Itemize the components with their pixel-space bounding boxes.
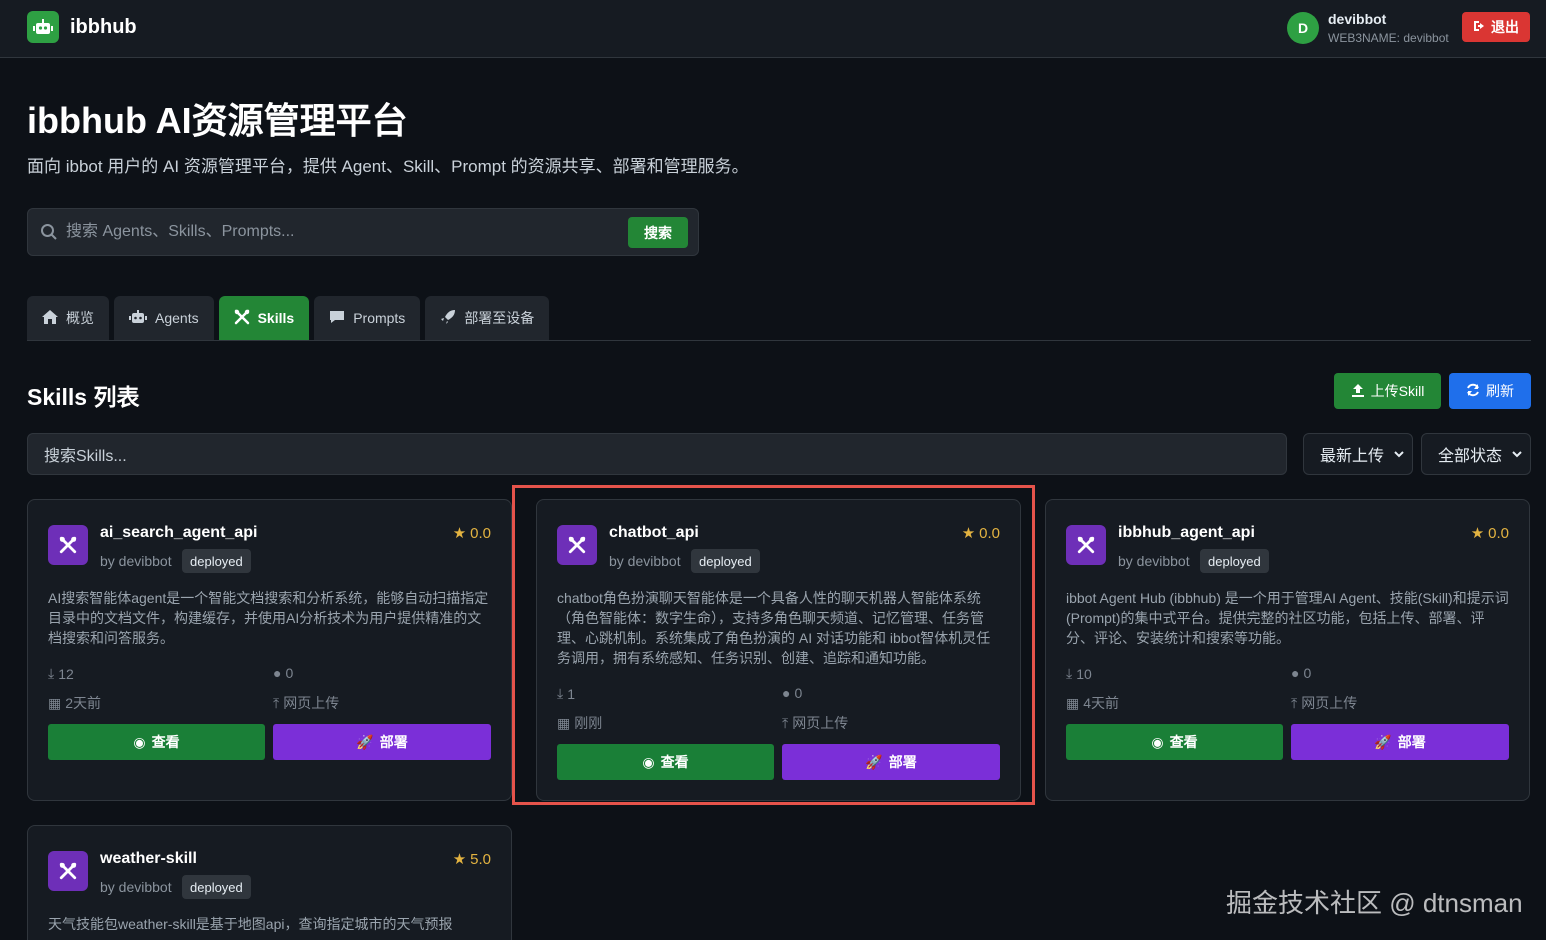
robot-logo-icon[interactable]	[27, 11, 59, 43]
top-navbar: ibbhub D devibbot WEB3NAME: devibbot 退出	[0, 0, 1546, 58]
chevron-down-icon	[1512, 445, 1522, 463]
skill-rating: ★ 0.0	[1470, 524, 1509, 543]
tab-prompts[interactable]: Prompts	[314, 296, 421, 340]
watermark: 掘金技术社区 @ dtnsman	[1226, 888, 1523, 918]
tab-agents[interactable]: Agents	[114, 296, 214, 340]
upload-skill-button[interactable]: 上传Skill	[1334, 373, 1441, 409]
chevron-down-icon	[1394, 445, 1404, 463]
global-search-input[interactable]	[66, 209, 646, 255]
view-button[interactable]: ◉ 查看	[1066, 724, 1283, 760]
comment-count: ● 0	[1291, 665, 1312, 681]
skills-search-input[interactable]: 搜索Skills...	[27, 433, 1287, 475]
highlight-frame	[512, 485, 1035, 805]
comment-count: ● 0	[273, 665, 294, 681]
deploy-button[interactable]: 🚀 部署	[273, 724, 491, 760]
search-icon	[40, 223, 58, 246]
deploy-button[interactable]: 🚀 部署	[1291, 724, 1509, 760]
star-icon: ★	[452, 851, 467, 868]
page-title: ibbhub AI资源管理平台	[27, 100, 408, 141]
global-search-bar: 搜索	[27, 208, 699, 256]
skill-rating: ★ 5.0	[452, 850, 491, 869]
tab-overview[interactable]: 概览	[27, 296, 109, 340]
tab-divider	[27, 340, 1531, 341]
refresh-icon	[1466, 383, 1480, 400]
home-icon	[42, 309, 58, 327]
skill-author: by devibbot	[100, 553, 172, 569]
user-name: devibbot	[1328, 11, 1387, 27]
section-title: Skills 列表	[27, 384, 140, 410]
upload-icon	[1351, 383, 1365, 400]
calendar-icon: ▦	[48, 694, 62, 711]
logout-button[interactable]: 退出	[1462, 12, 1530, 42]
upload-source: ⤒ 网页上传	[273, 694, 340, 712]
rocket-icon: 🚀	[356, 733, 374, 750]
skill-author: by devibbot	[100, 879, 172, 895]
user-web3name: WEB3NAME: devibbot	[1328, 31, 1449, 45]
skill-name[interactable]: ai_search_agent_api	[100, 524, 257, 542]
skill-description: AI搜索智能体agent是一个智能文档搜索和分析系统，能够自动扫描指定目录中的文…	[48, 590, 489, 646]
calendar-icon: ▦	[1066, 694, 1080, 711]
status-badge: deployed	[182, 875, 251, 899]
upload-time: ▦ 2天前	[48, 694, 102, 712]
upload-icon: ⤒	[1291, 694, 1298, 711]
skill-card[interactable]: ibbhub_agent_api by devibbot deployed ★ 0…	[1045, 499, 1530, 801]
status-select[interactable]: 全部状态	[1421, 433, 1531, 475]
eye-icon: ◉	[133, 733, 146, 750]
logout-label: 退出	[1491, 19, 1519, 35]
skill-card[interactable]: weather-skill by devibbot deployed ★ 5.0 …	[27, 825, 512, 940]
upload-icon: ⤒	[273, 694, 280, 711]
upload-source: ⤒ 网页上传	[1291, 694, 1358, 712]
download-count: ⤓ 10	[1066, 665, 1092, 682]
page-description: 面向 ibbot 用户的 AI 资源管理平台，提供 Agent、Skill、Pr…	[27, 157, 749, 176]
star-icon: ★	[1470, 525, 1485, 542]
skill-name[interactable]: weather-skill	[100, 850, 197, 868]
robot-icon	[129, 309, 147, 327]
tab-label: Skills	[257, 310, 295, 326]
rocket-icon: 🚀	[1374, 733, 1392, 750]
comment-icon: ●	[273, 665, 282, 681]
star-icon: ★	[452, 525, 467, 542]
global-search-button[interactable]: 搜索	[628, 217, 688, 248]
brand-name[interactable]: ibbhub	[70, 16, 137, 39]
tab-label: 概览	[66, 310, 94, 326]
tab-deploy-device[interactable]: 部署至设备	[425, 296, 550, 340]
skill-author: by devibbot	[1118, 553, 1190, 569]
comment-icon	[329, 310, 345, 327]
status-badge: deployed	[182, 549, 251, 573]
tab-label: Agents	[155, 310, 199, 326]
skill-description: 天气技能包weather-skill是基于地图api，查询指定城市的天气预报	[48, 916, 453, 932]
sign-out-icon	[1473, 19, 1487, 35]
comment-icon: ●	[1291, 665, 1300, 681]
upload-time: ▦ 4天前	[1066, 694, 1120, 712]
download-icon: ⤓	[1066, 665, 1073, 681]
download-count: ⤓ 12	[48, 665, 74, 682]
tab-label: Prompts	[353, 310, 406, 326]
skill-name[interactable]: ibbhub_agent_api	[1118, 524, 1255, 542]
skill-description: ibbot Agent Hub (ibbhub) 是一个用于管理AI Agent…	[1066, 590, 1509, 646]
tools-icon	[48, 525, 88, 565]
sort-select-value: 最新上传	[1320, 448, 1385, 465]
rocket-icon	[440, 309, 456, 328]
tab-label: 部署至设备	[464, 310, 535, 326]
main-tabs: 概览 Agents Skills Prompts 部署至设备	[27, 296, 550, 340]
skill-rating: ★ 0.0	[452, 524, 491, 543]
status-badge: deployed	[1200, 549, 1269, 573]
view-button[interactable]: ◉ 查看	[48, 724, 265, 760]
tools-icon	[234, 309, 250, 328]
tab-skills[interactable]: Skills	[218, 296, 310, 340]
sort-select[interactable]: 最新上传	[1303, 433, 1413, 475]
eye-icon: ◉	[1151, 733, 1164, 750]
tools-icon	[1066, 525, 1106, 565]
refresh-label: 刷新	[1486, 383, 1514, 399]
refresh-button[interactable]: 刷新	[1449, 373, 1531, 409]
user-avatar[interactable]: D	[1287, 12, 1319, 44]
tools-icon	[48, 851, 88, 891]
status-select-value: 全部状态	[1438, 448, 1503, 465]
download-icon: ⤓	[48, 665, 55, 681]
upload-label: 上传Skill	[1370, 383, 1425, 399]
skill-card[interactable]: ai_search_agent_api by devibbot deployed…	[27, 499, 512, 801]
